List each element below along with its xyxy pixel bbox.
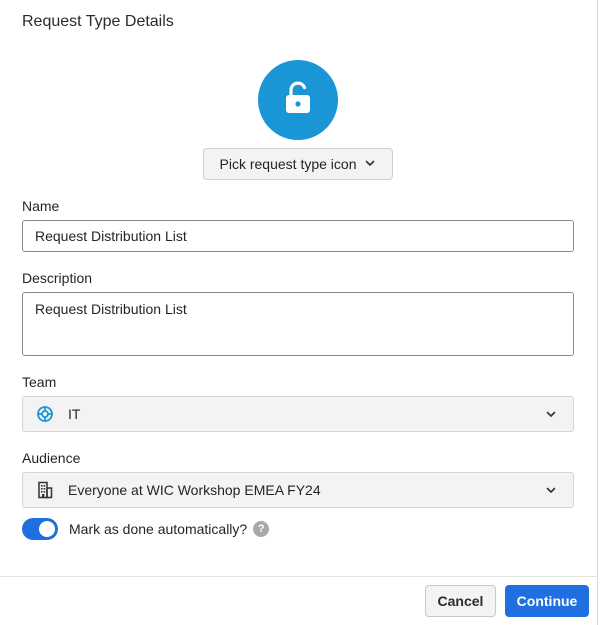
- dialog-title: Request Type Details: [22, 13, 174, 30]
- cancel-button[interactable]: Cancel: [425, 585, 496, 617]
- continue-button[interactable]: Continue: [505, 585, 589, 617]
- request-type-details-dialog: Request Type Details Pick request type i…: [0, 0, 598, 625]
- description-label: Description: [22, 270, 93, 286]
- auto-done-toggle[interactable]: [22, 518, 58, 540]
- team-label: Team: [22, 374, 57, 390]
- audience-select[interactable]: Everyone at WIC Workshop EMEA FY24: [22, 472, 574, 508]
- building-icon: [36, 481, 54, 499]
- toggle-knob: [39, 521, 55, 537]
- name-input[interactable]: Request Distribution List: [22, 220, 574, 252]
- chevron-down-icon: [364, 156, 376, 172]
- description-textarea[interactable]: Request Distribution List: [22, 292, 574, 356]
- support-lifebuoy-icon: [36, 405, 54, 423]
- auto-done-label: Mark as done automatically?: [69, 521, 248, 537]
- auto-done-row: Mark as done automatically? ?: [22, 518, 270, 540]
- audience-select-value: Everyone at WIC Workshop EMEA FY24: [68, 482, 321, 498]
- chevron-down-icon: [544, 483, 558, 497]
- unlocked-lock-icon: [283, 81, 313, 120]
- help-icon[interactable]: ?: [253, 521, 270, 537]
- name-label: Name: [22, 198, 60, 214]
- chevron-down-icon: [544, 407, 558, 421]
- footer-divider: [0, 576, 598, 577]
- team-select-value: IT: [68, 406, 81, 422]
- pick-icon-button[interactable]: Pick request type icon: [203, 148, 393, 180]
- pick-icon-button-label: Pick request type icon: [219, 156, 357, 172]
- request-type-icon-preview: [258, 60, 338, 140]
- audience-label: Audience: [22, 450, 81, 466]
- team-select[interactable]: IT: [22, 396, 574, 432]
